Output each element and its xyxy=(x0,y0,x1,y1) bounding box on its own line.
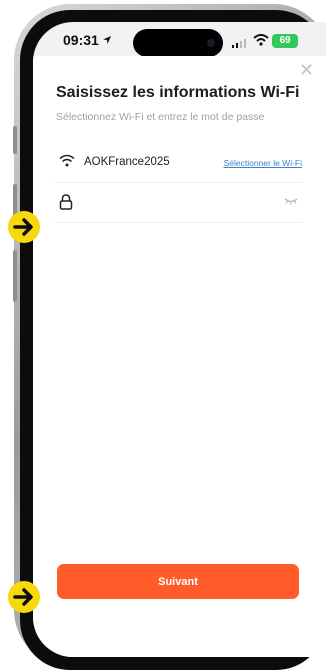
page-subtitle: Sélectionnez Wi-Fi et entrez le mot de p… xyxy=(56,111,265,123)
battery-icon: 69 xyxy=(272,34,298,48)
arrow-right-circle-icon xyxy=(8,211,40,243)
arrow-right-circle-icon xyxy=(8,581,40,613)
camera-dot xyxy=(207,39,215,47)
next-button[interactable]: Suivant xyxy=(57,564,299,599)
cellular-signal-icon xyxy=(232,39,246,48)
phone-screen: 09:31 69 ✕ Saisissez les informations Wi… xyxy=(33,22,326,657)
lock-icon xyxy=(59,194,73,210)
password-input[interactable] xyxy=(83,192,263,214)
close-icon[interactable]: ✕ xyxy=(299,60,314,81)
wifi-status-icon xyxy=(253,34,269,46)
wifi-network-row: AOKFrance2025 Sélectionner le Wi-Fi xyxy=(55,144,302,183)
wifi-ssid: AOKFrance2025 xyxy=(84,156,170,168)
mute-switch xyxy=(13,126,17,154)
dynamic-island xyxy=(133,29,223,57)
eye-closed-icon[interactable] xyxy=(284,197,298,205)
navigation-arrow-icon xyxy=(102,36,111,44)
status-bar: 09:31 69 xyxy=(33,22,326,58)
status-time: 09:31 xyxy=(63,32,112,48)
volume-down-button xyxy=(13,250,17,302)
page-title: Saisissez les informations Wi-Fi xyxy=(56,84,300,101)
wifi-icon xyxy=(59,154,75,167)
select-wifi-link[interactable]: Sélectionner le Wi-Fi xyxy=(224,158,302,168)
password-row xyxy=(55,184,302,223)
